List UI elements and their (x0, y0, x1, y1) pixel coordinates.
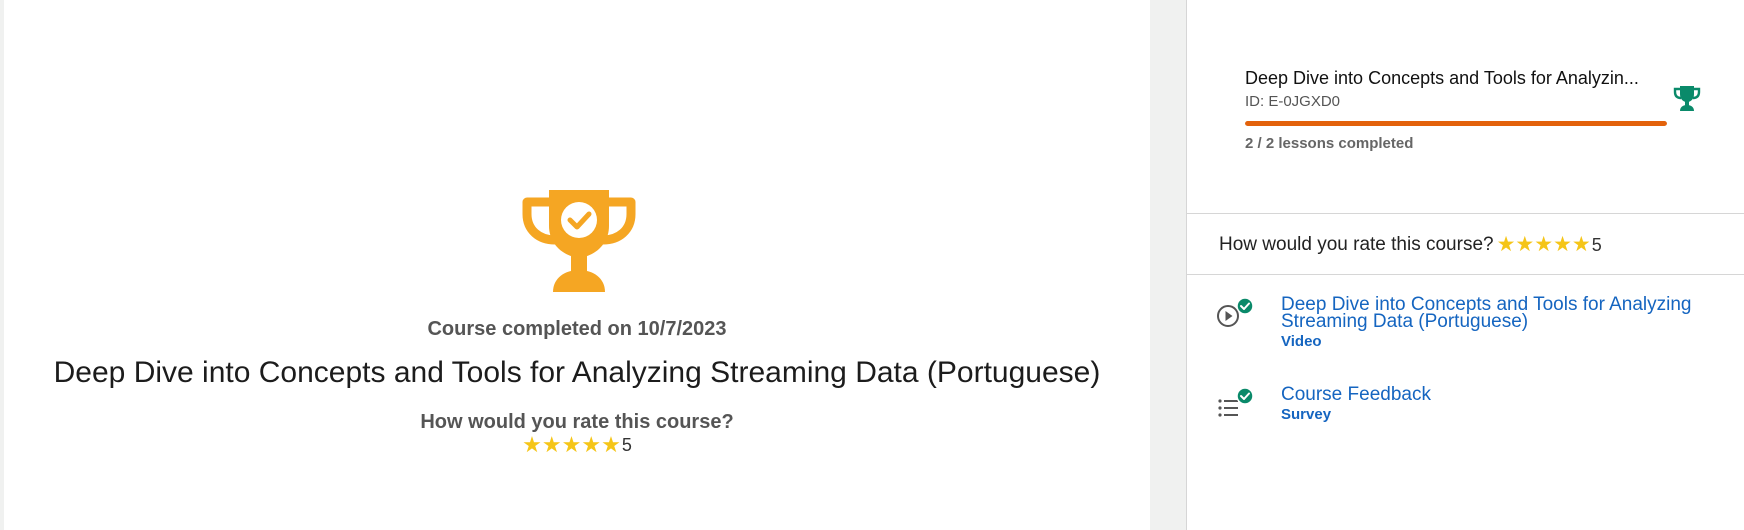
progress-bar (1245, 121, 1667, 126)
course-id: ID: E-0JGXD0 (1245, 93, 1341, 110)
course-completion-panel: Course completed on 10/7/2023 Deep Dive … (4, 0, 1150, 530)
trophy-check-icon (522, 190, 636, 292)
sidebar-rate-question: How would you rate this course? (1219, 234, 1494, 255)
course-sidebar: Deep Dive into Concepts and Tools for An… (1186, 0, 1744, 530)
star-icon-1[interactable]: ★ (1497, 234, 1516, 256)
sidebar-rating-value: 5 (1591, 234, 1602, 255)
lessons-completed-text: 2 / 2 lessons completed (1245, 135, 1414, 152)
progress-bar-fill (1245, 121, 1667, 126)
check-circle-icon (1236, 297, 1254, 315)
lesson-type: Video (1281, 333, 1322, 350)
lesson-title-link[interactable]: Deep Dive into Concepts and Tools for An… (1281, 295, 1711, 331)
list-icon (1218, 387, 1254, 417)
star-icon-4[interactable]: ★ (581, 434, 601, 456)
rating-value: 5 (621, 434, 632, 455)
lesson-item-video[interactable]: Deep Dive into Concepts and Tools for An… (1187, 292, 1744, 362)
star-icon-4[interactable]: ★ (1553, 234, 1572, 256)
trophy-icon (1673, 86, 1701, 111)
rate-question: How would you rate this course? (420, 411, 734, 433)
play-circle-icon (1217, 297, 1254, 327)
lesson-type: Survey (1281, 406, 1332, 423)
star-icon-5[interactable]: ★ (601, 434, 621, 456)
lesson-item-survey[interactable]: Course Feedback Survey (1187, 382, 1744, 442)
rating-widget[interactable]: ★ ★ ★ ★ ★ 5 (4, 434, 1150, 456)
lesson-title-link[interactable]: Course Feedback (1281, 385, 1711, 404)
divider (1187, 213, 1744, 214)
star-icon-3[interactable]: ★ (1534, 234, 1553, 256)
check-circle-icon (1236, 387, 1254, 405)
star-icon-1[interactable]: ★ (522, 434, 542, 456)
star-icon-5[interactable]: ★ (1572, 234, 1591, 256)
star-icon-3[interactable]: ★ (562, 434, 582, 456)
course-progress-card: Deep Dive into Concepts and Tools for An… (1187, 0, 1744, 214)
star-icon-2[interactable]: ★ (1515, 234, 1534, 256)
sidebar-rating-widget[interactable]: How would you rate this course? ★ ★ ★ ★ … (1219, 234, 1602, 256)
divider (1187, 274, 1744, 275)
completion-date-text: Course completed on 10/7/2023 (427, 318, 727, 340)
card-course-title: Deep Dive into Concepts and Tools for An… (1245, 68, 1639, 88)
course-title: Deep Dive into Concepts and Tools for An… (53, 356, 1101, 389)
star-icon-2[interactable]: ★ (542, 434, 562, 456)
